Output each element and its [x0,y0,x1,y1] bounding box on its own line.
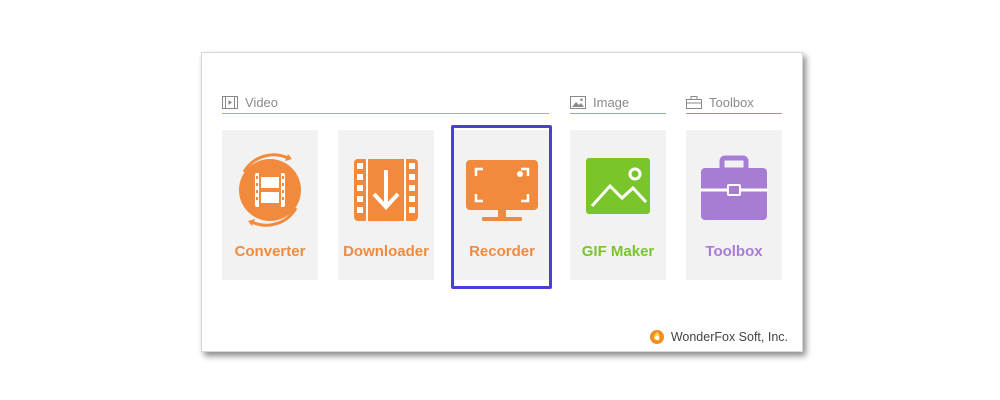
footer-brand: WonderFox Soft, Inc. [649,329,788,345]
gif-maker-tile[interactable]: GIF Maker [570,130,666,280]
section-header-video: Video [222,91,278,113]
toolbox-label: Toolbox [705,243,763,260]
section-divider-toolbox [686,113,782,114]
gif-maker-label: GIF Maker [581,243,655,260]
wonderfox-logo-icon [649,330,664,344]
section-divider-image [570,113,666,114]
toolbox-small-icon [686,95,702,109]
toolbox-tile[interactable]: Toolbox [686,130,782,280]
film-reel-icon [239,153,301,227]
download-film-icon [354,159,418,221]
selection-highlight [451,125,552,289]
image-icon [570,95,586,109]
section-label-toolbox: Toolbox [709,94,754,110]
converter-label: Converter [234,243,306,260]
app-window: Video Image Toolbox Converter Downloader… [201,52,803,352]
downloader-label: Downloader [343,243,429,260]
section-label-video: Video [245,94,279,110]
video-icon [222,95,238,109]
converter-tile[interactable]: Converter [222,130,318,280]
section-divider-video [222,113,549,114]
section-header-image: Image [570,91,629,113]
section-header-toolbox: Toolbox [686,91,754,113]
section-label-image: Image [593,94,630,110]
image-landscape-icon [586,158,650,214]
downloader-tile[interactable]: Downloader [338,130,434,280]
toolbox-icon [701,155,767,220]
footer-brand-text: WonderFox Soft, Inc. [670,330,788,344]
